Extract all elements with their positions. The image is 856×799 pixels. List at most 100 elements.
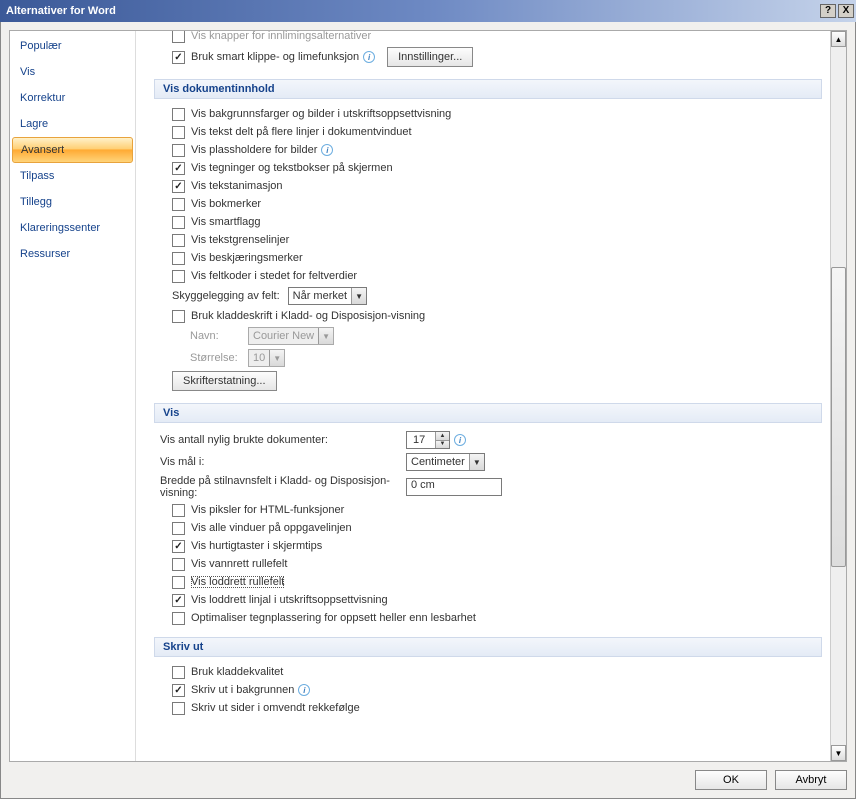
sidebar-item-label: Vis: [20, 66, 35, 78]
sidebar-item-label: Ressurser: [20, 248, 70, 260]
checkbox-reverse-order[interactable]: [172, 702, 185, 715]
titlebar: Alternativer for Word ? X: [0, 0, 856, 22]
sidebar-item-proofing[interactable]: Korrektur: [10, 85, 135, 111]
sidebar-item-save[interactable]: Lagre: [10, 111, 135, 137]
info-icon[interactable]: i: [454, 434, 466, 446]
chevron-down-icon: ▼: [318, 328, 333, 344]
label-drawings: Vis tegninger og tekstbokser på skjermen: [191, 162, 393, 174]
section-header-print: Skriv ut: [154, 637, 822, 657]
checkbox-horizontal-scrollbar[interactable]: [172, 558, 185, 571]
checkbox-bg-colors[interactable]: [172, 108, 185, 121]
info-icon[interactable]: i: [298, 684, 310, 696]
sidebar-item-customize[interactable]: Tilpass: [10, 163, 135, 189]
checkbox-draft-font[interactable]: [172, 310, 185, 323]
checkbox-text-boundaries[interactable]: [172, 234, 185, 247]
label-field-shading: Skyggelegging av felt:: [172, 290, 280, 302]
label-draft-quality: Bruk kladdekvalitet: [191, 666, 283, 678]
checkbox-screentips-shortcuts[interactable]: [172, 540, 185, 553]
help-button[interactable]: ?: [820, 4, 836, 18]
checkbox-bookmarks[interactable]: [172, 198, 185, 211]
checkbox-crop-marks[interactable]: [172, 252, 185, 265]
input-style-area-width[interactable]: 0 cm: [406, 478, 502, 496]
settings-button[interactable]: Innstillinger...: [387, 47, 473, 67]
font-substitution-button[interactable]: Skrifterstatning...: [172, 371, 277, 391]
checkbox-animation[interactable]: [172, 180, 185, 193]
scroll-up-button[interactable]: ▲: [831, 31, 846, 47]
sidebar-item-label: Lagre: [20, 118, 48, 130]
label-bg-colors: Vis bakgrunnsfarger og bilder i utskrift…: [191, 108, 451, 120]
sidebar: Populær Vis Korrektur Lagre Avansert Til…: [10, 31, 136, 761]
label-screentips-shortcuts: Vis hurtigtaster i skjermtips: [191, 540, 322, 552]
checkbox-html-pixels[interactable]: [172, 504, 185, 517]
spinner-down-icon[interactable]: ▼: [436, 441, 449, 449]
checkbox-smarttags[interactable]: [172, 216, 185, 229]
label-vertical-scrollbar: Vis loddrett rullefelt: [191, 576, 284, 588]
label-draft-font: Bruk kladdeskrift i Kladd- og Disposisjo…: [191, 310, 425, 322]
sidebar-item-label: Populær: [20, 40, 62, 52]
select-value: 10: [253, 352, 265, 364]
info-icon[interactable]: i: [321, 144, 333, 156]
scroll-track[interactable]: [831, 47, 846, 745]
vertical-scrollbar[interactable]: ▲ ▼: [830, 31, 846, 761]
ok-button[interactable]: OK: [695, 770, 767, 790]
label-background-print: Skriv ut i bakgrunnen: [191, 684, 294, 696]
label-horizontal-scrollbar: Vis vannrett rullefelt: [191, 558, 287, 570]
chevron-down-icon: ▼: [269, 350, 284, 366]
sidebar-item-label: Avansert: [21, 144, 64, 156]
scroll-down-button[interactable]: ▼: [831, 745, 846, 761]
label-font-name: Navn:: [190, 330, 248, 342]
checkbox-taskbar-windows[interactable]: [172, 522, 185, 535]
chevron-down-icon: ▼: [469, 454, 484, 470]
select-font-size: 10 ▼: [248, 349, 285, 367]
select-units[interactable]: Centimeter ▼: [406, 453, 485, 471]
label-reverse-order: Skriv ut sider i omvendt rekkefølge: [191, 702, 360, 714]
checkbox-paste-options[interactable]: [172, 31, 185, 43]
select-field-shading[interactable]: Når merket ▼: [288, 287, 367, 305]
label-animation: Vis tekstanimasjon: [191, 180, 283, 192]
spinner-recent-docs[interactable]: 17 ▲▼: [406, 431, 450, 449]
label-smarttags: Vis smartflagg: [191, 216, 261, 228]
checkbox-background-print[interactable]: [172, 684, 185, 697]
sidebar-item-resources[interactable]: Ressurser: [10, 241, 135, 267]
checkbox-wrap-text[interactable]: [172, 126, 185, 139]
checkbox-optimize-positioning[interactable]: [172, 612, 185, 625]
section-header-document-content: Vis dokumentinnhold: [154, 79, 822, 99]
label-field-codes: Vis feltkoder i stedet for feltverdier: [191, 270, 357, 282]
label-optimize-positioning: Optimaliser tegnplassering for oppsett h…: [191, 612, 476, 624]
checkbox-smart-cut-paste[interactable]: [172, 51, 185, 64]
label-vertical-ruler: Vis loddrett linjal i utskriftsoppsettvi…: [191, 594, 388, 606]
select-value: Når merket: [293, 290, 347, 302]
select-font-name: Courier New ▼: [248, 327, 334, 345]
checkbox-drawings[interactable]: [172, 162, 185, 175]
checkbox-draft-quality[interactable]: [172, 666, 185, 679]
window-title: Alternativer for Word: [6, 5, 116, 17]
label-smart-cut-paste: Bruk smart klippe- og limefunksjon: [191, 51, 359, 63]
checkbox-field-codes[interactable]: [172, 270, 185, 283]
checkbox-vertical-ruler[interactable]: [172, 594, 185, 607]
info-icon[interactable]: i: [363, 51, 375, 63]
label-recent-docs: Vis antall nylig brukte dokumenter:: [160, 434, 406, 446]
label-html-pixels: Vis piksler for HTML-funksjoner: [191, 504, 344, 516]
select-value: Centimeter: [411, 456, 465, 468]
label-style-area-width: Bredde på stilnavnsfelt i Kladd- og Disp…: [160, 475, 406, 499]
label-placeholders: Vis plassholdere for bilder: [191, 144, 317, 156]
scroll-thumb[interactable]: [831, 267, 846, 567]
checkbox-vertical-scrollbar[interactable]: [172, 576, 185, 589]
sidebar-item-popular[interactable]: Populær: [10, 33, 135, 59]
sidebar-item-label: Klareringssenter: [20, 222, 100, 234]
label-wrap-text: Vis tekst delt på flere linjer i dokumen…: [191, 126, 412, 138]
sidebar-item-advanced[interactable]: Avansert: [12, 137, 133, 163]
sidebar-item-addins[interactable]: Tillegg: [10, 189, 135, 215]
label-taskbar-windows: Vis alle vinduer på oppgavelinjen: [191, 522, 352, 534]
spinner-value: 17: [407, 432, 435, 448]
spinner-up-icon[interactable]: ▲: [436, 432, 449, 441]
sidebar-item-trust-center[interactable]: Klareringssenter: [10, 215, 135, 241]
sidebar-item-display[interactable]: Vis: [10, 59, 135, 85]
button-label: OK: [723, 774, 739, 786]
label-units: Vis mål i:: [160, 456, 406, 468]
cancel-button[interactable]: Avbryt: [775, 770, 847, 790]
close-button[interactable]: X: [838, 4, 854, 18]
label-bookmarks: Vis bokmerker: [191, 198, 261, 210]
label-crop-marks: Vis beskjæringsmerker: [191, 252, 303, 264]
checkbox-placeholders[interactable]: [172, 144, 185, 157]
